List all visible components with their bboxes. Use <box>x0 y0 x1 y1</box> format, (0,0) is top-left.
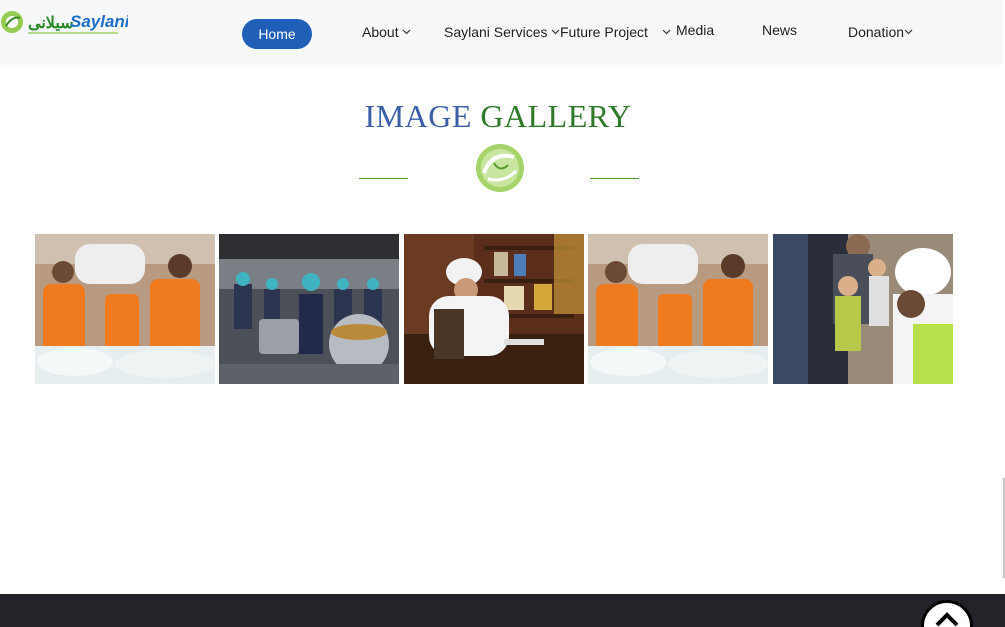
nav-item-saylani-services[interactable]: Saylani Services <box>444 22 560 40</box>
chevron-up-icon <box>934 611 960 627</box>
logo-wordmark: Saylani <box>70 12 128 31</box>
nav-item-label: Saylani Services <box>444 24 548 40</box>
nav-item-label: Donation <box>848 24 905 40</box>
chevron-down-icon <box>402 22 411 38</box>
nav-item-donation[interactable]: Donation <box>848 22 913 40</box>
nav-item-label: Media <box>676 22 715 38</box>
nav-item-news[interactable]: News <box>762 22 797 38</box>
footer <box>0 594 1005 627</box>
chevron-down-icon <box>551 22 560 38</box>
nav-home-button[interactable]: Home <box>242 19 312 49</box>
title-divider-right <box>590 178 639 179</box>
gallery-image-kitchen[interactable] <box>219 234 399 384</box>
nav-item-label: Future Project <box>560 24 648 40</box>
gallery-title: IMAGE GALLERY <box>0 98 996 135</box>
saylani-logo[interactable]: سیلانی Saylani <box>0 4 131 40</box>
page: سیلانی Saylani Home About Saylani Servic… <box>0 0 1005 627</box>
svg-text:سیلانی: سیلانی <box>28 15 74 32</box>
gallery-image-volunteers-2[interactable] <box>588 234 768 384</box>
title-divider-left <box>359 178 408 179</box>
nav-item-label: About <box>362 24 399 40</box>
chevron-down-icon <box>904 22 913 38</box>
gallery-image-volunteers[interactable] <box>35 234 215 384</box>
nav-item-label: News <box>762 22 798 38</box>
nav-item-media[interactable]: Media <box>676 22 714 38</box>
saylani-emblem-icon <box>474 143 526 193</box>
gallery-image-children[interactable] <box>773 234 953 384</box>
gallery-title-part2: GALLERY <box>480 98 632 134</box>
top-navbar: سیلانی Saylani Home About Saylani Servic… <box>0 0 1003 65</box>
nav-item-future-project[interactable]: Future Project <box>560 22 671 40</box>
chevron-down-icon <box>662 22 671 38</box>
gallery-image-elder-desk[interactable] <box>404 234 584 384</box>
nav-item-about[interactable]: About <box>362 22 411 40</box>
gallery-title-part1: IMAGE <box>364 98 472 134</box>
